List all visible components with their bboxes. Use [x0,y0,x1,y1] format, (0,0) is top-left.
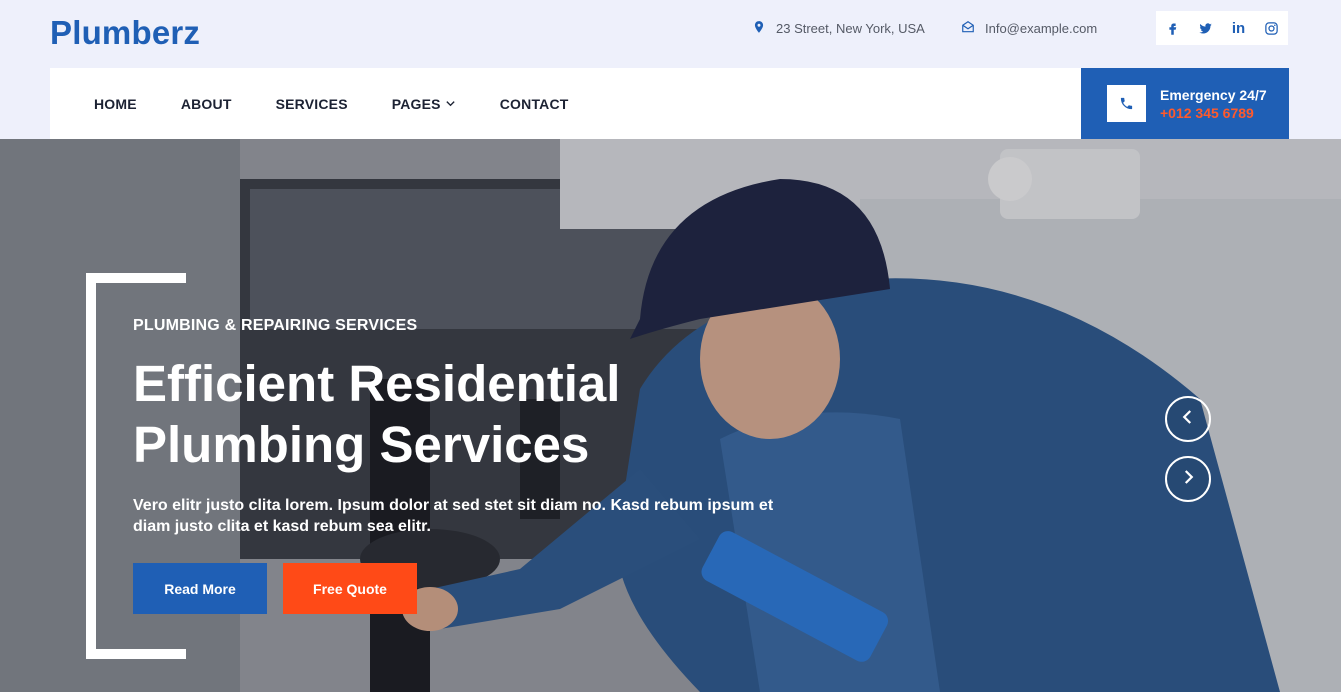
map-marker-icon [752,20,766,37]
carousel-prev-button[interactable] [1165,396,1211,442]
chevron-right-icon [1179,468,1197,491]
nav-about-label: ABOUT [180,95,232,112]
free-quote-button[interactable]: Free Quote [283,563,417,614]
nav-pages-label: PAGES [391,95,441,112]
phone-icon [1107,85,1146,122]
chevron-down-icon [445,96,456,112]
emergency-phone[interactable]: +012 345 6789 [1160,105,1267,121]
nav-about[interactable]: ABOUT [181,96,232,112]
facebook-icon[interactable] [1156,11,1189,45]
emergency-title: Emergency 24/7 [1160,86,1267,103]
twitter-icon[interactable] [1189,11,1222,45]
linkedin-icon[interactable]: in [1222,11,1255,45]
hero-lead: Vero elitr justo clita lorem. Ipsum dolo… [133,497,774,535]
linkedin-label: in [1231,19,1246,37]
nav-services-label: SERVICES [275,95,348,112]
main-navbar: HOME ABOUT SERVICES PAGES CONTACT [50,68,1081,139]
address-info: 23 Street, New York, USA [752,20,925,37]
nav-home-label: HOME [94,95,137,112]
hero-headline: Efficient Residential Plumbing Services [133,353,753,475]
top-bar: Plumberz 23 Street, New York, USA Info@e… [0,0,1341,68]
carousel-next-button[interactable] [1165,456,1211,502]
instagram-icon[interactable] [1255,11,1288,45]
brand-logo[interactable]: Plumberz [50,14,200,52]
chevron-left-icon [1179,408,1197,431]
address-text: 23 Street, New York, USA [776,21,925,36]
hero-headline-line-2: Plumbing Services [133,416,590,473]
hero-carousel: PLUMBING & REPAIRING SERVICES Efficient … [0,139,1341,692]
email-text[interactable]: Info@example.com [985,21,1097,36]
social-links: in [1156,11,1288,45]
nav-home[interactable]: HOME [94,96,137,112]
emergency-contact[interactable]: Emergency 24/7 +012 345 6789 [1081,68,1289,139]
hero-eyebrow: PLUMBING & REPAIRING SERVICES [133,317,418,334]
nav-contact-label: CONTACT [499,95,569,112]
read-more-button[interactable]: Read More [133,563,267,614]
envelope-icon [961,20,975,37]
emergency-text: Emergency 24/7 +012 345 6789 [1160,87,1267,121]
nav-services[interactable]: SERVICES [276,96,348,112]
nav-pages-dropdown[interactable]: PAGES [392,96,456,112]
hero-headline-line-1: Efficient Residential [133,355,621,412]
email-info: Info@example.com [961,20,1097,37]
nav-contact[interactable]: CONTACT [500,96,569,112]
